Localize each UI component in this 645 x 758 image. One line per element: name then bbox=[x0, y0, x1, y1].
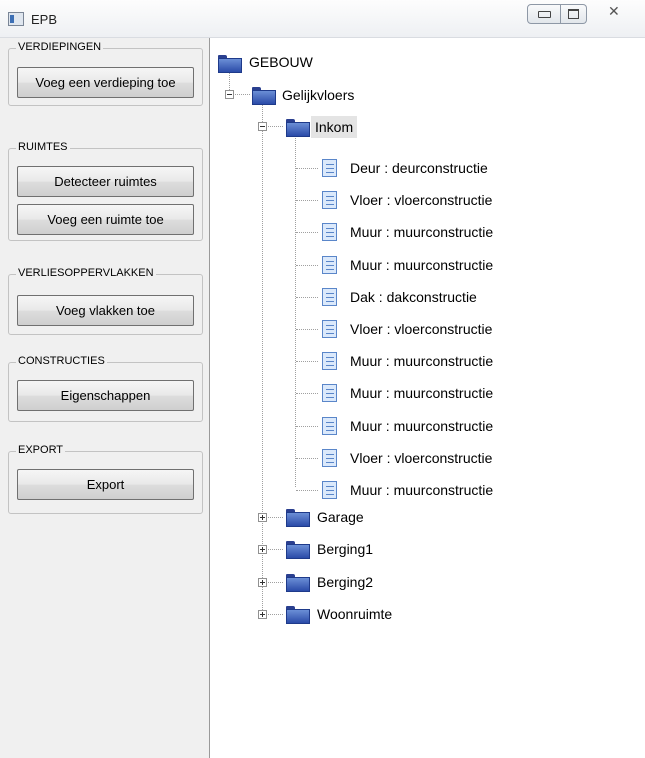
construction-doc-icon bbox=[322, 352, 337, 370]
construction-doc-icon bbox=[322, 159, 337, 177]
construction-doc-icon bbox=[322, 320, 337, 338]
tree-line bbox=[296, 232, 318, 233]
construction-doc-icon bbox=[322, 191, 337, 209]
tree-line bbox=[295, 135, 296, 487]
maximize-icon bbox=[568, 9, 579, 19]
group-title: EXPORT bbox=[16, 444, 66, 456]
tree-line bbox=[296, 426, 318, 427]
tree-line bbox=[296, 361, 318, 362]
tree-line bbox=[262, 102, 263, 614]
window-controls: ✕ bbox=[527, 4, 645, 24]
tree-line bbox=[296, 329, 318, 330]
tree-node-construction[interactable]: Muur : muurconstructie bbox=[350, 417, 493, 435]
tree-node-construction[interactable]: Muur : muurconstructie bbox=[350, 481, 493, 499]
building-tree: GEBOUW Gelijkvloers Inkom Deur : deurcon… bbox=[211, 38, 645, 758]
construction-doc-icon bbox=[322, 417, 337, 435]
room-folder-icon bbox=[286, 509, 310, 527]
room-folder-icon bbox=[286, 606, 310, 624]
expand-icon[interactable] bbox=[258, 513, 267, 522]
tree-line bbox=[296, 265, 318, 266]
tree-node-construction[interactable]: Muur : muurconstructie bbox=[350, 223, 493, 241]
add-surfaces-button[interactable]: Voeg vlakken toe bbox=[17, 295, 194, 326]
root-folder-icon bbox=[218, 55, 242, 73]
tree-line bbox=[296, 490, 318, 491]
tree-node-root[interactable]: GEBOUW bbox=[249, 53, 313, 71]
tree-node-construction[interactable]: Vloer : vloerconstructie bbox=[350, 449, 492, 467]
tree-line bbox=[296, 200, 318, 201]
tree-line bbox=[296, 458, 318, 459]
app-icon bbox=[8, 12, 24, 26]
tree-node-room[interactable]: Berging2 bbox=[317, 573, 373, 591]
floor-folder-icon bbox=[252, 87, 276, 105]
room-folder-icon bbox=[286, 574, 310, 592]
group-title: VERDIEPINGEN bbox=[16, 41, 104, 53]
group-title: CONSTRUCTIES bbox=[16, 355, 107, 367]
tree-node-construction[interactable]: Deur : deurconstructie bbox=[350, 159, 488, 177]
construction-doc-icon bbox=[322, 384, 337, 402]
tree-line bbox=[296, 297, 318, 298]
tree-line bbox=[296, 168, 318, 169]
tree-node-construction[interactable]: Dak : dakconstructie bbox=[350, 288, 477, 306]
construction-doc-icon bbox=[322, 449, 337, 467]
group-title: VERLIESOPPERVLAKKEN bbox=[16, 267, 156, 279]
collapse-icon[interactable] bbox=[225, 90, 234, 99]
tree-node-floor[interactable]: Gelijkvloers bbox=[282, 86, 354, 104]
detect-rooms-button[interactable]: Detecteer ruimtes bbox=[17, 166, 194, 197]
construction-doc-icon bbox=[322, 481, 337, 499]
window-title: EPB bbox=[31, 12, 58, 27]
room-folder-icon bbox=[286, 541, 310, 559]
add-floor-button[interactable]: Voeg een verdieping toe bbox=[17, 67, 194, 98]
close-button[interactable]: ✕ bbox=[591, 4, 639, 24]
tree-node-construction[interactable]: Muur : muurconstructie bbox=[350, 352, 493, 370]
properties-button[interactable]: Eigenschappen bbox=[17, 380, 194, 411]
expand-icon[interactable] bbox=[258, 578, 267, 587]
group-title: RUIMTES bbox=[16, 141, 70, 153]
tree-node-construction[interactable]: Vloer : vloerconstructie bbox=[350, 191, 492, 209]
construction-doc-icon bbox=[322, 256, 337, 274]
construction-doc-icon bbox=[322, 288, 337, 306]
add-room-button[interactable]: Voeg een ruimte toe bbox=[17, 204, 194, 235]
tree-node-construction[interactable]: Vloer : vloerconstructie bbox=[350, 320, 492, 338]
tree-node-room[interactable]: Woonruimte bbox=[317, 605, 392, 623]
minimize-icon bbox=[538, 11, 551, 18]
room-folder-icon bbox=[286, 119, 310, 137]
title-bar: EPB ✕ bbox=[0, 0, 645, 38]
collapse-icon[interactable] bbox=[258, 122, 267, 131]
tree-node-construction[interactable]: Muur : muurconstructie bbox=[350, 256, 493, 274]
expand-icon[interactable] bbox=[258, 545, 267, 554]
minimize-button[interactable] bbox=[527, 4, 561, 24]
left-panel: VERDIEPINGEN Voeg een verdieping toe RUI… bbox=[0, 38, 210, 758]
tree-line bbox=[296, 393, 318, 394]
construction-doc-icon bbox=[322, 223, 337, 241]
tree-node-room[interactable]: Berging1 bbox=[317, 540, 373, 558]
tree-node-construction[interactable]: Muur : muurconstructie bbox=[350, 384, 493, 402]
tree-node-room[interactable]: Garage bbox=[317, 508, 364, 526]
export-button[interactable]: Export bbox=[17, 469, 194, 500]
maximize-button[interactable] bbox=[561, 4, 587, 24]
tree-node-room-selected[interactable]: Inkom bbox=[311, 116, 358, 138]
close-icon: ✕ bbox=[608, 4, 620, 20]
expand-icon[interactable] bbox=[258, 610, 267, 619]
